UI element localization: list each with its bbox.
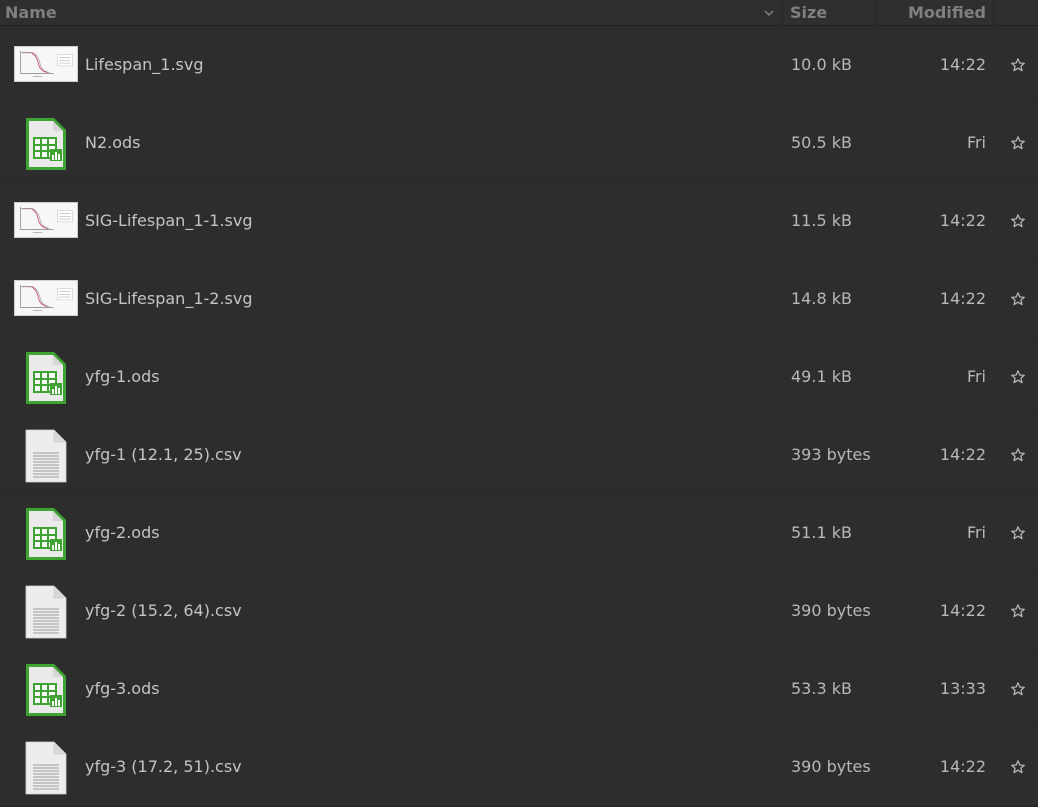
text-document-icon <box>22 740 70 796</box>
file-size: 390 bytes <box>791 601 871 620</box>
file-size: 49.1 kB <box>791 367 852 386</box>
image-thumbnail-icon <box>14 202 78 238</box>
file-row[interactable]: yfg-1.ods 49.1 kB Fri <box>0 338 1038 416</box>
file-name: SIG-Lifespan_1-2.svg <box>85 289 253 308</box>
star-icon[interactable] <box>1010 213 1026 229</box>
star-icon[interactable] <box>1010 57 1026 73</box>
column-header-bar: Name Size Modified <box>0 0 1038 26</box>
file-modified: 14:22 <box>939 445 986 464</box>
file-modified: 14:22 <box>939 55 986 74</box>
file-modified: Fri <box>966 133 986 152</box>
file-row[interactable]: Lifespan_1.svg 10.0 kB 14:22 <box>0 26 1038 104</box>
star-icon[interactable] <box>1010 369 1026 385</box>
text-document-icon <box>22 428 70 484</box>
file-size: 50.5 kB <box>791 133 852 152</box>
file-list-view: Name Size Modified Lifespan_1.svg 10.0 k… <box>0 0 1038 807</box>
file-size: 11.5 kB <box>791 211 852 230</box>
column-header-size-label: Size <box>790 3 828 22</box>
file-size: 393 bytes <box>791 445 871 464</box>
file-modified: Fri <box>966 523 986 542</box>
file-size: 14.8 kB <box>791 289 852 308</box>
image-thumbnail-icon <box>14 280 78 316</box>
column-header-name-label: Name <box>5 3 57 22</box>
file-name: Lifespan_1.svg <box>85 55 204 74</box>
star-icon[interactable] <box>1010 447 1026 463</box>
star-icon[interactable] <box>1010 291 1026 307</box>
file-name: yfg-3.ods <box>85 679 160 698</box>
file-name: yfg-2 (15.2, 64).csv <box>85 601 242 620</box>
file-name: yfg-2.ods <box>85 523 160 542</box>
file-size: 390 bytes <box>791 757 871 776</box>
file-name: yfg-3 (17.2, 51).csv <box>85 757 242 776</box>
image-thumbnail-icon <box>14 46 78 82</box>
text-document-icon <box>22 584 70 640</box>
file-modified: 14:22 <box>939 289 986 308</box>
column-header-name[interactable]: Name <box>0 0 783 25</box>
file-size: 51.1 kB <box>791 523 852 542</box>
file-row[interactable]: yfg-1 (12.1, 25).csv 393 bytes 14:22 <box>0 416 1038 494</box>
column-header-size[interactable]: Size <box>783 0 877 25</box>
star-icon[interactable] <box>1010 759 1026 775</box>
file-modified: 14:22 <box>939 211 986 230</box>
file-row[interactable]: SIG-Lifespan_1-2.svg 14.8 kB 14:22 <box>0 260 1038 338</box>
file-row[interactable]: N2.ods 50.5 kB Fri <box>0 104 1038 182</box>
column-header-modified-label: Modified <box>907 3 986 22</box>
file-name: yfg-1 (12.1, 25).csv <box>85 445 242 464</box>
column-header-star[interactable] <box>994 0 1038 25</box>
chevron-down-icon[interactable] <box>762 6 776 20</box>
file-modified: 14:22 <box>939 601 986 620</box>
spreadsheet-icon <box>22 506 70 562</box>
file-row[interactable]: yfg-2.ods 51.1 kB Fri <box>0 494 1038 572</box>
star-icon[interactable] <box>1010 135 1026 151</box>
spreadsheet-icon <box>22 662 70 718</box>
file-row[interactable]: yfg-2 (15.2, 64).csv 390 bytes 14:22 <box>0 572 1038 650</box>
file-name: SIG-Lifespan_1-1.svg <box>85 211 253 230</box>
star-icon[interactable] <box>1010 681 1026 697</box>
file-size: 10.0 kB <box>791 55 852 74</box>
star-icon[interactable] <box>1010 603 1026 619</box>
file-row[interactable]: yfg-3.ods 53.3 kB 13:33 <box>0 650 1038 728</box>
file-name: yfg-1.ods <box>85 367 160 386</box>
file-name: N2.ods <box>85 133 141 152</box>
file-modified: Fri <box>966 367 986 386</box>
file-size: 53.3 kB <box>791 679 852 698</box>
file-row[interactable]: SIG-Lifespan_1-1.svg 11.5 kB 14:22 <box>0 182 1038 260</box>
spreadsheet-icon <box>22 350 70 406</box>
spreadsheet-icon <box>22 116 70 172</box>
star-icon[interactable] <box>1010 525 1026 541</box>
column-header-modified[interactable]: Modified <box>877 0 994 25</box>
file-row[interactable]: yfg-3 (17.2, 51).csv 390 bytes 14:22 <box>0 728 1038 806</box>
file-modified: 14:22 <box>939 757 986 776</box>
file-rows: Lifespan_1.svg 10.0 kB 14:22 N2.ods 50.5… <box>0 26 1038 806</box>
file-modified: 13:33 <box>939 679 986 698</box>
